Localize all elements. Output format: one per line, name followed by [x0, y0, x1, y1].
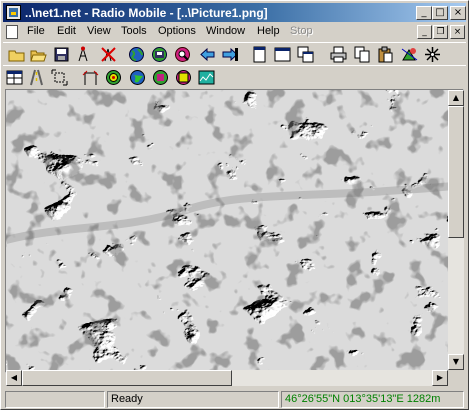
network-properties-icon[interactable] [75, 46, 92, 63]
globe-overlay-icon[interactable] [175, 69, 192, 86]
mdi-minimize-button[interactable]: _ [417, 25, 432, 39]
window-title: ..\net1.net - Radio Mobile - [..\Picture… [25, 6, 268, 20]
terrain-relief-image[interactable] [6, 90, 464, 373]
menu-window[interactable]: Window [206, 25, 245, 37]
paste-icon[interactable] [377, 46, 394, 63]
road-icon[interactable] [28, 69, 45, 86]
find-icon[interactable] [174, 46, 191, 63]
menu-view[interactable]: View [87, 25, 111, 37]
window-stack-icon[interactable] [297, 46, 314, 63]
polar-plot-icon[interactable] [105, 69, 122, 86]
coverage-map-icon[interactable] [129, 69, 146, 86]
window-icon[interactable] [274, 46, 291, 63]
tower-edit-icon[interactable] [100, 46, 117, 63]
title-bar[interactable]: ..\net1.net - Radio Mobile - [..\Picture… [3, 3, 466, 22]
scroll-left-button[interactable]: ◀ [6, 370, 22, 386]
resize-icon[interactable] [51, 69, 68, 86]
vertical-scroll-thumb[interactable] [448, 106, 464, 238]
status-coordinates: 46°26'55"N 013°35'13"E 1282m [281, 391, 464, 408]
chart-icon[interactable] [198, 69, 215, 86]
vertical-scrollbar[interactable]: ▲ ▼ [448, 90, 464, 370]
new-map-icon[interactable] [8, 46, 25, 63]
main-toolbar [3, 42, 466, 65]
document-icon[interactable] [6, 25, 18, 39]
secondary-toolbar [3, 65, 466, 88]
horizontal-scroll-thumb[interactable] [22, 370, 232, 386]
menu-stop: Stop [290, 25, 313, 37]
style-grid-icon[interactable] [6, 69, 23, 86]
forward-arrow-icon[interactable] [222, 46, 239, 63]
menu-options[interactable]: Options [158, 25, 196, 37]
world-globe-icon[interactable] [128, 46, 145, 63]
status-message: Ready [107, 391, 279, 408]
scroll-right-button[interactable]: ▶ [432, 370, 448, 386]
app-window: ..\net1.net - Radio Mobile - [..\Picture… [0, 0, 469, 410]
hide-network-icon[interactable] [424, 46, 441, 63]
copy-window-icon[interactable] [251, 46, 268, 63]
maximize-button[interactable]: □ [432, 6, 448, 20]
scrollbar-corner [448, 370, 464, 386]
copy-icon[interactable] [354, 46, 371, 63]
menu-bar: File Edit View Tools Options Window Help… [3, 23, 466, 41]
horizontal-scrollbar[interactable]: ◀ ▶ [6, 370, 448, 386]
map-extract-icon[interactable] [151, 46, 168, 63]
scroll-down-button[interactable]: ▼ [448, 354, 464, 370]
status-panel-empty [5, 391, 105, 408]
save-icon[interactable] [53, 46, 70, 63]
cartesian-plot-icon[interactable] [152, 69, 169, 86]
minimize-button[interactable]: _ [416, 6, 432, 20]
app-icon[interactable] [6, 5, 21, 20]
terrain-map-view[interactable] [5, 89, 464, 373]
mdi-restore-button[interactable]: ❐ [433, 25, 448, 39]
mdi-close-button[interactable]: × [450, 25, 465, 39]
status-bar: Ready 46°26'55"N 013°35'13"E 1282m [3, 390, 466, 409]
print-icon[interactable] [330, 46, 347, 63]
close-button[interactable]: × [450, 6, 466, 20]
menu-help[interactable]: Help [257, 25, 280, 37]
menu-tools[interactable]: Tools [121, 25, 147, 37]
scroll-up-button[interactable]: ▲ [448, 90, 464, 106]
merge-pictures-icon[interactable] [401, 46, 418, 63]
back-arrow-icon[interactable] [199, 46, 216, 63]
radio-link-icon[interactable] [82, 69, 99, 86]
menu-edit[interactable]: Edit [57, 25, 76, 37]
menu-file[interactable]: File [27, 25, 45, 37]
open-folder-icon[interactable] [30, 46, 47, 63]
